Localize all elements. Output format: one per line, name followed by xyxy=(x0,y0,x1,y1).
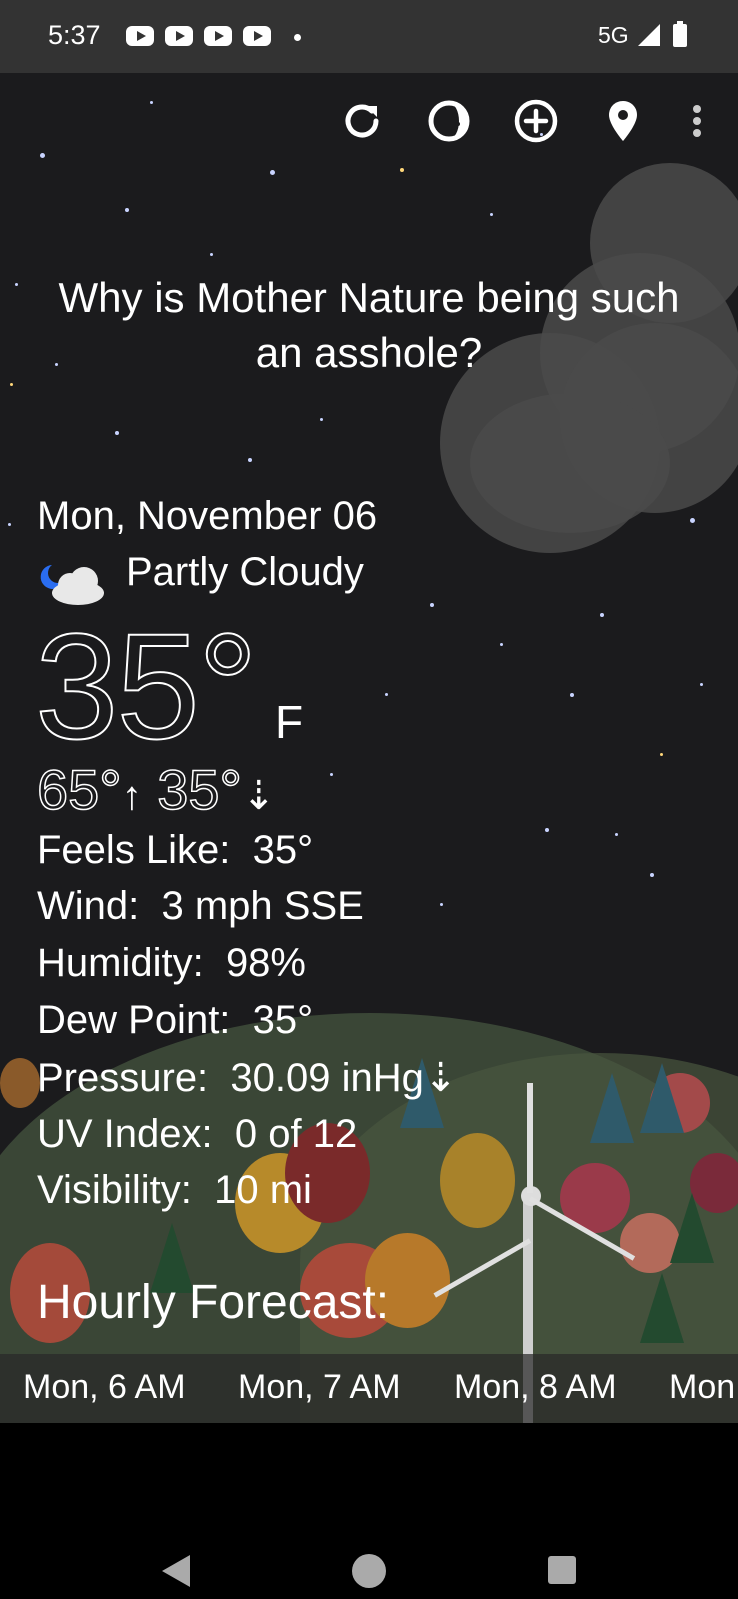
home-icon[interactable] xyxy=(352,1554,386,1588)
hourly-item[interactable]: Mon, 7 AM xyxy=(238,1368,401,1407)
detail-label: Humidity: xyxy=(37,941,204,985)
status-bar: 5:37 5G xyxy=(0,0,738,73)
detail-value: 35° xyxy=(252,828,314,872)
detail-dew-point: Dew Point: 35° xyxy=(37,998,313,1043)
location-pin-icon[interactable] xyxy=(599,97,647,145)
add-location-icon[interactable] xyxy=(512,97,560,145)
battery-icon xyxy=(673,21,687,47)
signal-icon xyxy=(638,24,660,46)
detail-value: 3 mph SSE xyxy=(161,884,364,928)
temperature-unit: F xyxy=(275,696,304,748)
detail-label: Feels Like: xyxy=(37,828,231,872)
back-icon[interactable] xyxy=(162,1555,190,1587)
hourly-forecast-list[interactable]: Mon, 6 AM Mon, 7 AM Mon, 8 AM Mon xyxy=(0,1354,738,1423)
detail-feels-like: Feels Like: 35° xyxy=(37,828,313,873)
youtube-icon xyxy=(204,26,232,46)
high-arrow-icon: ↑ xyxy=(121,774,142,818)
more-options-icon[interactable] xyxy=(682,97,712,145)
detail-value: 0 of 12 xyxy=(234,1112,358,1156)
low-arrow-icon: ⇣ xyxy=(241,774,276,818)
detail-label: Dew Point: xyxy=(37,998,231,1042)
detail-label: UV Index: xyxy=(37,1112,213,1156)
hourly-item[interactable]: Mon, 6 AM xyxy=(23,1368,186,1407)
recent-apps-icon[interactable] xyxy=(548,1556,576,1584)
notification-dot-icon xyxy=(294,34,301,41)
detail-label: Wind: xyxy=(37,884,140,928)
detail-uv-index: UV Index: 0 of 12 xyxy=(37,1112,357,1157)
detail-pressure: Pressure: 30.09 inHg⇣ xyxy=(37,1055,457,1101)
status-time: 5:37 xyxy=(48,20,101,50)
detail-value: 98% xyxy=(225,941,306,985)
youtube-icon xyxy=(126,26,154,46)
current-condition: Partly Cloudy xyxy=(126,550,364,594)
high-temperature: 65° xyxy=(36,757,122,822)
detail-value: 30.09 inHg⇣ xyxy=(230,1056,458,1100)
youtube-icon xyxy=(165,26,193,46)
detail-visibility: Visibility: 10 mi xyxy=(37,1168,312,1213)
system-nav-bar xyxy=(0,1423,738,1599)
current-temperature: 35° xyxy=(34,601,259,771)
detail-label: Visibility: xyxy=(37,1168,192,1212)
high-low-temperature: 65°↑ 35°⇣ xyxy=(36,757,276,822)
current-date: Mon, November 06 xyxy=(37,494,378,538)
hourly-item[interactable]: Mon, 8 AM xyxy=(454,1368,617,1407)
detail-label: Pressure: xyxy=(37,1056,209,1100)
refresh-icon[interactable] xyxy=(338,97,386,145)
detail-wind: Wind: 3 mph SSE xyxy=(37,884,364,929)
hourly-item[interactable]: Mon xyxy=(669,1368,735,1407)
low-temperature: 35° xyxy=(157,757,243,822)
detail-value: 35° xyxy=(252,998,314,1042)
theme-icon[interactable] xyxy=(425,97,473,145)
detail-humidity: Humidity: 98% xyxy=(37,941,306,986)
hourly-forecast-title: Hourly Forecast: xyxy=(37,1276,390,1329)
youtube-icon xyxy=(243,26,271,46)
headline-text: Why is Mother Nature being such an assho… xyxy=(58,274,680,376)
network-type: 5G xyxy=(598,22,629,48)
detail-value: 10 mi xyxy=(214,1168,312,1212)
